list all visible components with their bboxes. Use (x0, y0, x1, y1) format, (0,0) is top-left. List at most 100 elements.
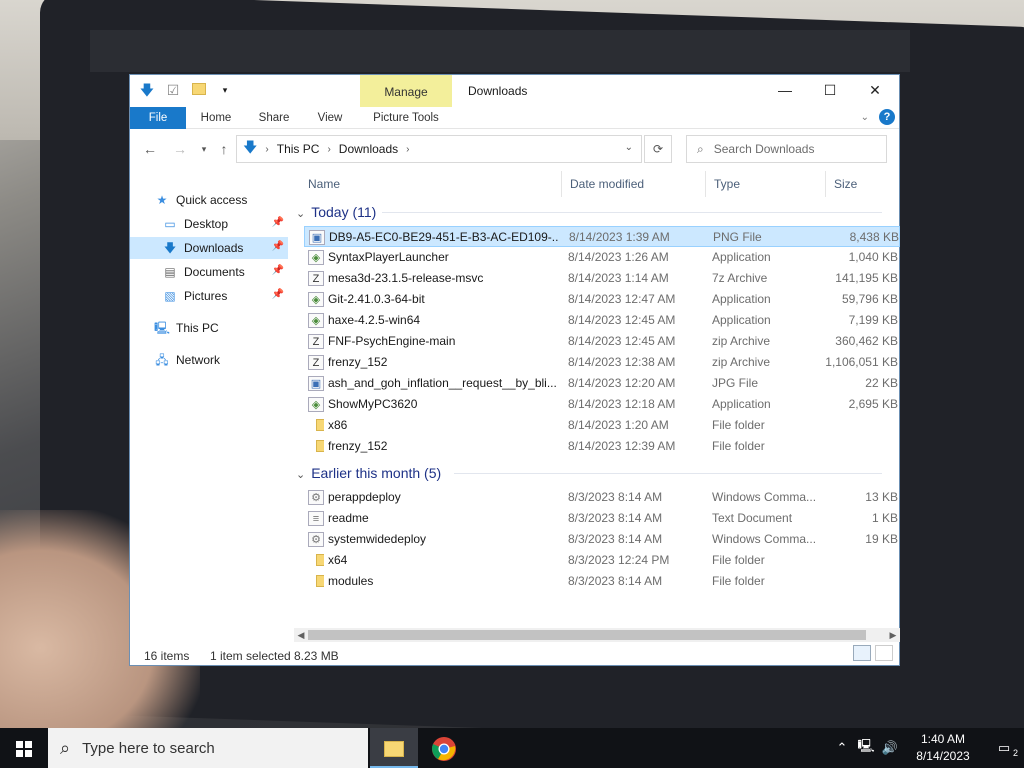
text-file-icon: ≡ (308, 511, 324, 526)
file-date: 8/14/2023 12:38 AM (568, 355, 676, 369)
back-button[interactable]: ← (140, 139, 160, 159)
pin-icon[interactable]: 📌 (272, 217, 284, 228)
large-icons-view-button[interactable] (875, 645, 893, 661)
document-icon: ▤ (164, 265, 176, 279)
network-icon[interactable]: 🖳 (854, 737, 878, 759)
scroll-left-icon[interactable]: ◀ (294, 628, 308, 642)
details-view-button[interactable] (853, 645, 871, 661)
file-size: 141,195 KB (835, 271, 898, 285)
scroll-right-icon[interactable]: ▶ (886, 628, 900, 642)
scrollbar-thumb[interactable] (308, 630, 866, 640)
file-list: Name Date modified Type Size ⌄ Today (11)… (290, 171, 900, 626)
nav-item-quick-access[interactable]: ★ Quick access (130, 189, 288, 211)
tab-view[interactable]: View (308, 107, 352, 129)
taskbar-file-explorer[interactable] (370, 728, 418, 768)
file-name: ShowMyPC3620 (328, 397, 418, 411)
search-icon: ⌕ (60, 737, 71, 758)
nav-item-network[interactable]: 🖧 Network (130, 349, 288, 371)
tab-file[interactable]: File (130, 107, 186, 129)
volume-icon[interactable]: 🔊 (878, 740, 902, 756)
address-bar[interactable]: 🡇 › This PC › Downloads › ⌄ (236, 135, 642, 163)
nav-item-downloads[interactable]: 🡇 Downloads 📌 (130, 237, 288, 259)
tab-share[interactable]: Share (252, 107, 296, 129)
file-row[interactable]: ◈ Git-2.41.0.3-64-bit 8/14/2023 12:47 AM Ap… (304, 289, 900, 310)
chevron-down-icon[interactable]: ⌄ (625, 142, 633, 153)
close-button[interactable]: ✕ (852, 75, 898, 105)
nav-label: Desktop (184, 217, 229, 231)
breadcrumb-downloads[interactable]: Downloads (339, 142, 398, 156)
nav-item-pictures[interactable]: ▧ Pictures 📌 (130, 285, 288, 307)
file-row[interactable]: frenzy_152 8/14/2023 12:39 AM File folder (304, 436, 900, 457)
column-header-name[interactable]: Name (300, 171, 562, 197)
chevron-down-icon[interactable]: ▾ (216, 81, 234, 99)
file-row[interactable]: ▣ DB9-A5-EC0-BE29-451-E-B3-AC-ED109-... 8/… (304, 226, 900, 247)
pin-icon[interactable]: 📌 (272, 289, 284, 300)
maximize-button[interactable]: ☐ (807, 75, 853, 105)
horizontal-scrollbar[interactable]: ◀ ▶ (294, 628, 900, 642)
file-date: 8/14/2023 12:45 AM (568, 334, 676, 348)
search-placeholder: Search Downloads (713, 142, 815, 156)
column-header-size[interactable]: Size (826, 171, 900, 197)
taskbar-chrome[interactable] (420, 728, 468, 768)
refresh-button[interactable]: ⟳ (644, 135, 672, 163)
file-row[interactable]: ⚙ systemwidedeploy 8/3/2023 8:14 AM Windows… (304, 529, 900, 550)
new-folder-icon[interactable] (190, 81, 208, 99)
group-header[interactable]: ⌄ Earlier this month (5) (296, 462, 441, 484)
file-row[interactable]: ◈ ShowMyPC3620 8/14/2023 12:18 AM Applicati… (304, 394, 900, 415)
expand-ribbon-icon[interactable]: ⌄ (861, 112, 869, 123)
file-row[interactable]: ◈ haxe-4.2.5-win64 8/14/2023 12:45 AM Appli… (304, 310, 900, 331)
download-icon[interactable]: 🡇 (138, 81, 156, 99)
clock[interactable]: 1:40 AM 8/14/2023 (902, 731, 984, 765)
notification-count: 2 (1012, 748, 1018, 758)
taskbar-search-input[interactable]: ⌕ Type here to search (48, 728, 368, 768)
search-input[interactable]: ⌕ Search Downloads (686, 135, 887, 163)
file-type: Application (712, 397, 771, 411)
forward-button[interactable]: → (170, 139, 190, 159)
windows-logo-icon (16, 741, 32, 757)
folder-icon (308, 574, 324, 589)
chevron-right-icon: › (327, 143, 331, 155)
manage-tab[interactable]: Manage (360, 75, 452, 107)
file-size: 1,040 KB (848, 250, 898, 264)
ribbon-right-controls: ⌄ ? (861, 109, 895, 125)
file-row[interactable]: Z FNF-PsychEngine-main 8/14/2023 12:45 AM z… (304, 331, 900, 352)
file-row[interactable]: ▣ ash_and_goh_inflation__request__by_bli.… (304, 373, 900, 394)
file-name: haxe-4.2.5-win64 (328, 313, 421, 327)
notifications-icon[interactable]: ▭ 2 (984, 740, 1024, 758)
clock-date: 8/14/2023 (916, 749, 970, 763)
recent-locations-button[interactable]: ▾ (194, 139, 214, 159)
help-button[interactable]: ? (879, 109, 895, 125)
file-row[interactable]: ◈ SyntaxPlayerLauncher 8/14/2023 1:26 AM Ap… (304, 247, 900, 268)
nav-item-documents[interactable]: ▤ Documents 📌 (130, 261, 288, 283)
file-row[interactable]: Zmesa3d-23.1.5-release-msvc 8/14/2023 1:1… (304, 268, 900, 289)
nav-label: This PC (176, 321, 219, 335)
breadcrumb-this-pc[interactable]: This PC (277, 142, 320, 156)
up-button[interactable]: ↑ (214, 139, 234, 159)
tab-picture-tools[interactable]: Picture Tools (360, 107, 452, 129)
nav-item-desktop[interactable]: ▭ Desktop 📌 (130, 213, 288, 235)
file-row[interactable]: modules 8/3/2023 8:14 AM File folder (304, 571, 900, 592)
file-row[interactable]: x86 8/14/2023 1:20 AM File folder (304, 415, 900, 436)
start-button[interactable] (0, 728, 48, 768)
properties-icon[interactable]: ☑ (164, 81, 182, 99)
file-row[interactable]: ≡ readme 8/3/2023 8:14 AM Text Document 1 KB (304, 508, 900, 529)
column-header-date[interactable]: Date modified (562, 171, 706, 197)
navigation-pane: ★ Quick access ▭ Desktop 📌 🡇 Downloads 📌… (130, 179, 288, 619)
file-type: Windows Comma... (712, 532, 817, 546)
group-header[interactable]: ⌄ Today (11) (296, 201, 376, 223)
file-row[interactable]: x64 8/3/2023 12:24 PM File folder (304, 550, 900, 571)
nav-item-this-pc[interactable]: 🖳 This PC (130, 317, 288, 339)
pin-icon[interactable]: 📌 (272, 241, 284, 252)
file-size: 22 KB (865, 376, 898, 390)
file-row[interactable]: Zfrenzy_152 8/14/2023 12:38 AM zip Archive… (304, 352, 900, 373)
tab-home[interactable]: Home (194, 107, 238, 129)
file-row[interactable]: ⚙ perappdeploy 8/3/2023 8:14 AM Windows Com… (304, 487, 900, 508)
column-header-type[interactable]: Type (706, 171, 826, 197)
minimize-button[interactable]: — (762, 75, 808, 105)
chevron-up-icon[interactable]: ⌃ (830, 740, 854, 756)
pin-icon[interactable]: 📌 (272, 265, 284, 276)
chevron-right-icon: › (406, 143, 410, 155)
script-icon: ⚙ (308, 490, 324, 505)
file-type: File folder (712, 574, 765, 588)
system-tray: ⌃ 🖳 🔊 1:40 AM 8/14/2023 ▭ 2 (830, 728, 1024, 768)
